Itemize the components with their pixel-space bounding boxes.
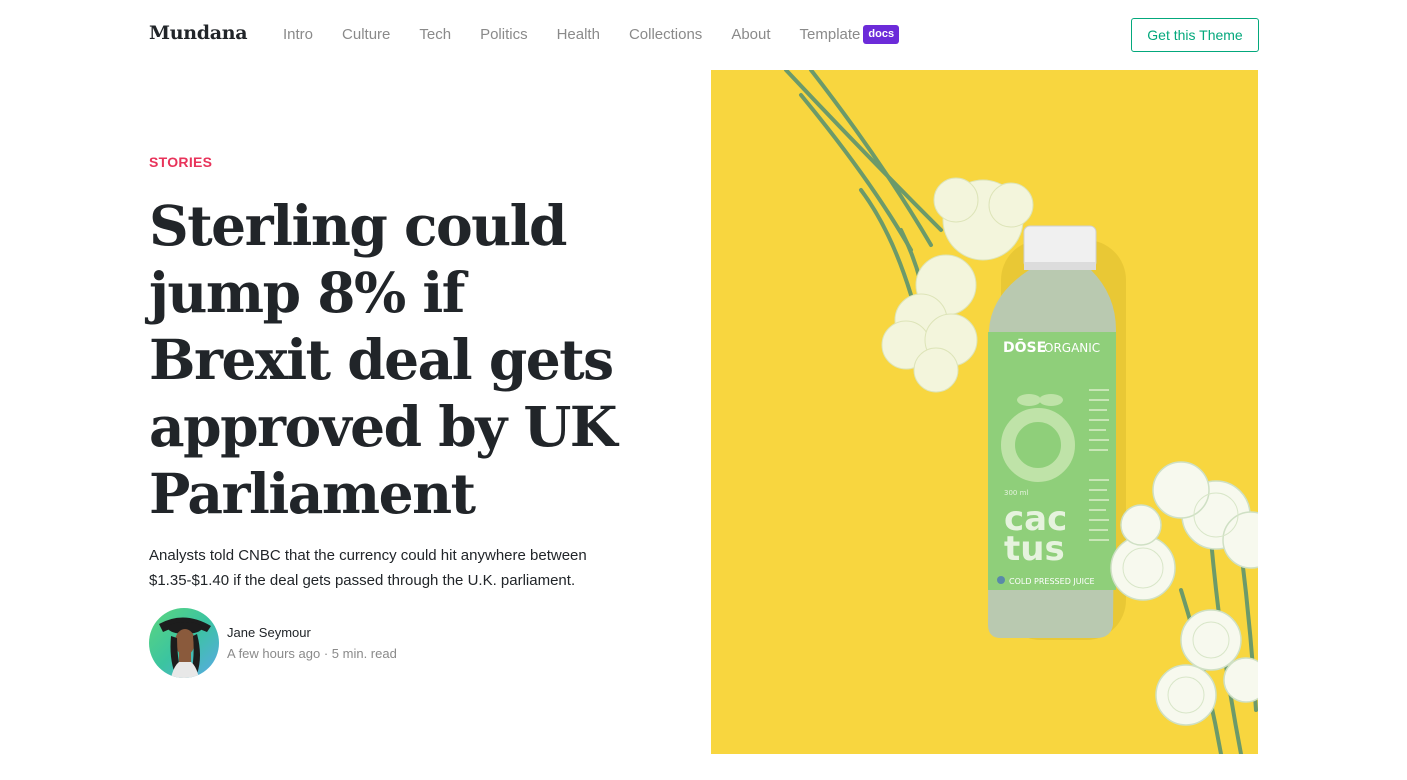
bottle-footer: COLD PRESSED JUICE [1009,577,1095,586]
nav-health[interactable]: Health [557,26,600,43]
article-summary: Analysts told CNBC that the currency cou… [149,547,587,589]
bottle-product-line2: tus [1004,529,1065,569]
nav-politics[interactable]: Politics [480,26,528,43]
juice-bottle-photo: DŌSE ORGANIC 300 ml cac tus COLD PRESSED… [711,70,1258,754]
nav-template[interactable]: Template docs [800,25,900,44]
bottle-volume: 300 ml [1004,489,1028,497]
nav-about[interactable]: About [731,26,770,43]
bottle-brand-organic: ORGANIC [1044,341,1100,355]
main-nav: Intro Culture Tech Politics Health Colle… [283,25,900,44]
nav-collections[interactable]: Collections [629,26,702,43]
nav-template-label: Template [799,26,861,43]
category-label[interactable]: STORIES [149,154,212,170]
hero-image[interactable]: DŌSE ORGANIC 300 ml cac tus COLD PRESSED… [711,70,1258,754]
bottle-brand: DŌSE [1003,338,1046,356]
author-name[interactable]: Jane Seymour [227,625,311,640]
article-title[interactable]: Sterling could jump 8% if Brexit deal ge… [149,192,619,527]
get-theme-button[interactable]: Get this Theme [1131,18,1259,52]
navbar: Mundana Intro Culture Tech Politics Heal… [0,0,1407,70]
author-avatar[interactable] [149,608,219,678]
brand-logo[interactable]: Mundana [149,22,248,44]
nav-tech[interactable]: Tech [419,26,451,43]
nav-intro[interactable]: Intro [283,26,313,43]
nav-culture[interactable]: Culture [342,26,390,43]
author-photo [159,617,211,678]
article-meta: A few hours ago · 5 min. read [227,646,397,661]
docs-badge: docs [863,25,900,44]
